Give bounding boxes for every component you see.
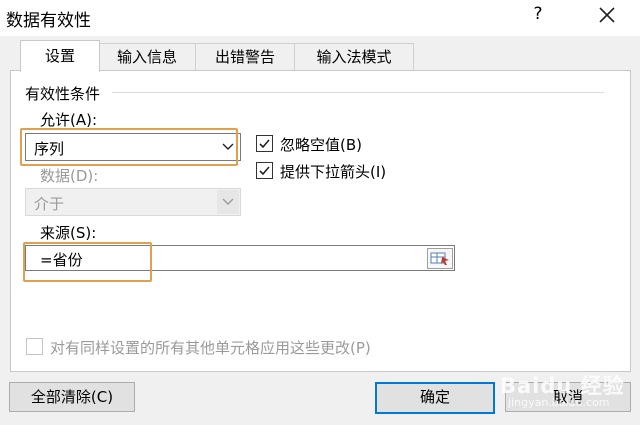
data-dropdown-button [217,190,239,214]
ignore-blank-checkbox[interactable] [256,135,273,152]
tab-input-message[interactable]: 输入信息 [98,43,196,70]
close-button[interactable] [596,4,618,26]
chevron-down-icon [222,198,234,205]
settings-panel [10,70,631,372]
tab-ime-mode[interactable]: 输入法模式 [294,43,414,70]
dialog-title: 数据有效性 [6,11,91,31]
in-cell-dropdown-checkbox[interactable] [256,162,273,179]
title-bar: 数据有效性 ? [0,0,640,36]
in-cell-dropdown-label[interactable]: 提供下拉箭头(I) [280,161,386,182]
validation-criteria-group-label: 有效性条件 [25,85,101,103]
source-input[interactable]: =省份 [25,245,455,271]
allow-dropdown-button[interactable] [217,135,239,159]
chevron-down-icon [222,143,234,150]
data-label: 数据(D): [40,167,99,185]
allow-dropdown-value: 序列 [34,140,65,158]
clear-all-button[interactable]: 全部清除(C) [9,382,135,412]
checkmark-icon [259,166,270,176]
data-dropdown: 介于 [25,188,241,216]
range-picker-button[interactable] [427,248,453,269]
ok-button[interactable]: 确定 [375,382,495,414]
cancel-button[interactable]: 取消 [505,382,631,412]
ignore-blank-label[interactable]: 忽略空值(B) [280,134,362,155]
checkmark-icon [259,139,270,149]
allow-label: 允许(A): [40,111,98,129]
allow-dropdown[interactable]: 序列 [25,133,241,161]
apply-all-checkbox [26,338,43,355]
group-divider [112,92,604,93]
range-select-icon [430,252,449,265]
data-dropdown-value: 介于 [34,195,65,213]
apply-all-label: 对有同样设置的所有其他单元格应用这些更改(P) [50,339,371,357]
close-icon [599,7,615,23]
source-label: 来源(S): [40,224,97,242]
tab-settings[interactable]: 设置 [20,40,100,72]
tab-error-alert[interactable]: 出错警告 [195,43,295,70]
source-input-value: =省份 [40,251,83,269]
help-button[interactable]: ? [528,4,548,24]
